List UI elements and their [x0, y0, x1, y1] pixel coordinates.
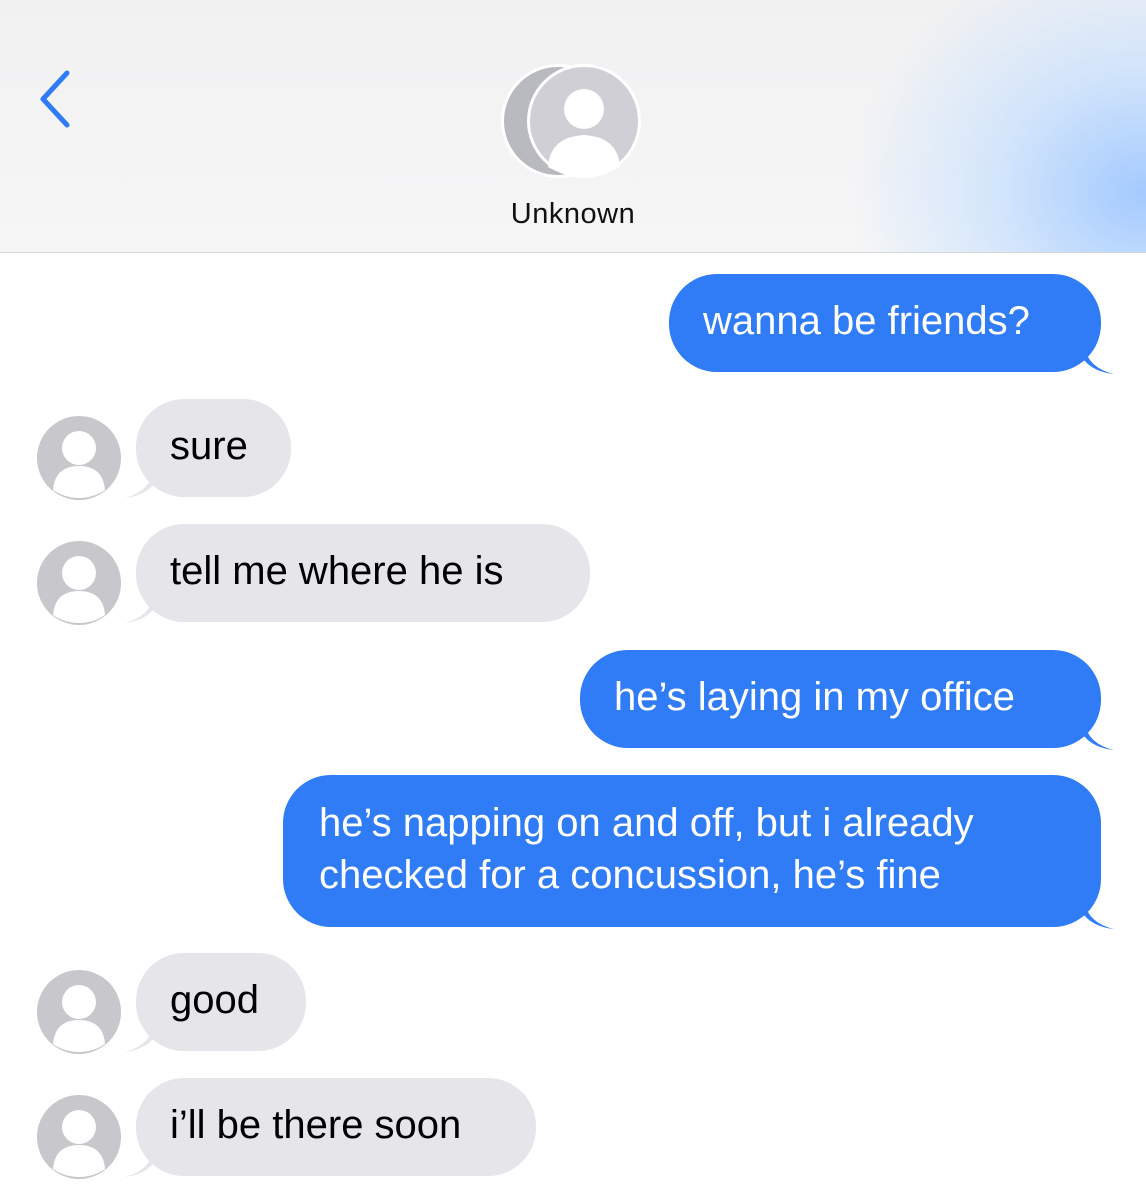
- sent-message-bubble[interactable]: he’s laying in my office: [580, 650, 1101, 748]
- received-bubble-tail: [124, 470, 154, 498]
- back-button[interactable]: [30, 64, 80, 134]
- received-message-bubble[interactable]: good: [136, 953, 306, 1051]
- received-message-bubble[interactable]: i’ll be there soon: [136, 1078, 536, 1176]
- message-text: wanna be friends?: [703, 299, 1030, 343]
- group-avatar-icon: [501, 64, 641, 178]
- message-text: he’s napping on and off, but i already c…: [319, 801, 974, 897]
- received-bubble-tail: [124, 1024, 154, 1052]
- person-avatar-icon: [37, 1095, 121, 1179]
- received-bubble-tail: [124, 595, 154, 623]
- conversation-header: Unknown: [0, 0, 1146, 253]
- message-text: sure: [170, 424, 248, 468]
- sent-message-bubble[interactable]: he’s napping on and off, but i already c…: [283, 775, 1101, 927]
- contact-avatar[interactable]: [498, 63, 648, 185]
- contact-name[interactable]: Unknown: [0, 198, 1146, 231]
- person-avatar-icon: [37, 541, 121, 625]
- message-text: i’ll be there soon: [170, 1103, 462, 1147]
- sent-bubble-tail: [1084, 722, 1114, 750]
- received-message-bubble[interactable]: sure: [136, 399, 291, 497]
- sent-bubble-tail: [1084, 901, 1114, 929]
- sent-message-bubble[interactable]: wanna be friends?: [669, 274, 1101, 372]
- person-avatar-icon: [37, 970, 121, 1054]
- sent-bubble-tail: [1084, 346, 1114, 374]
- received-message-bubble[interactable]: tell me where he is: [136, 524, 590, 622]
- received-bubble-tail: [124, 1149, 154, 1177]
- message-text: tell me where he is: [170, 549, 504, 593]
- chevron-left-icon: [40, 70, 70, 128]
- message-text: good: [170, 978, 259, 1022]
- message-text: he’s laying in my office: [614, 675, 1015, 719]
- person-avatar-icon: [37, 416, 121, 500]
- message-thread: wanna be friends? sure tell me where he …: [0, 254, 1146, 1200]
